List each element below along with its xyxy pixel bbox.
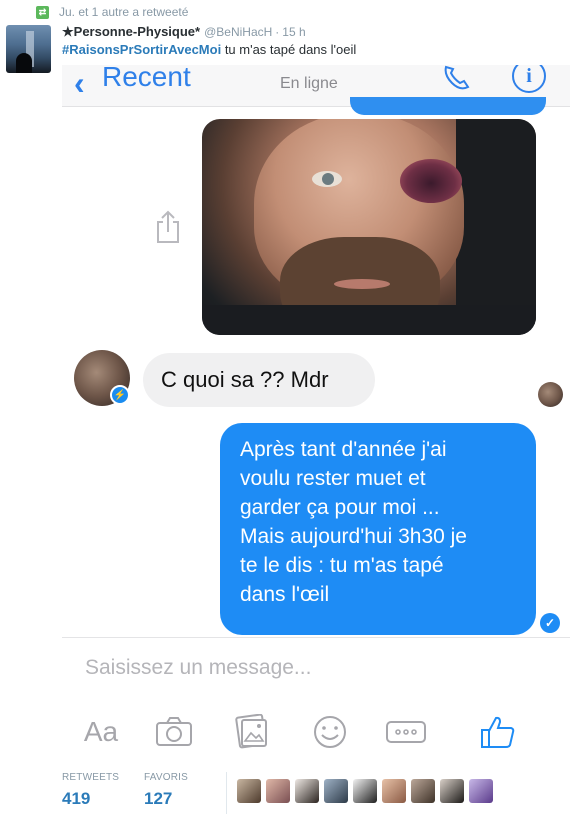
online-status: En ligne xyxy=(280,75,338,92)
messenger-badge-icon: ⚡ xyxy=(110,385,130,405)
user-avatar[interactable] xyxy=(237,779,261,803)
outgoing-line: garder ça pour moi ... xyxy=(240,496,440,519)
favorites-label: FAVORIS xyxy=(144,772,189,783)
favoriters-avatars xyxy=(237,779,498,803)
outgoing-message: Après tant d'année j'ai voulu rester mue… xyxy=(220,423,536,635)
stats-divider xyxy=(226,772,227,814)
attached-screenshot[interactable]: ‹ Recent En ligne i ⚡ C quoi sa ?? Mdr A… xyxy=(62,65,570,765)
retweet-icon: ⇄ xyxy=(36,5,49,19)
outgoing-line: dans l'œil xyxy=(240,583,330,606)
phone-icon xyxy=(444,65,470,90)
retweets-label: RETWEETS xyxy=(62,772,120,783)
seen-indicator-avatar xyxy=(538,382,563,407)
user-avatar[interactable] xyxy=(382,779,406,803)
incoming-message: C quoi sa ?? Mdr xyxy=(143,353,375,407)
favorites-count: 127 xyxy=(144,789,173,808)
tweet-text: #RaisonsPrSortirAvecMoi tu m'as tapé dan… xyxy=(62,42,356,57)
user-avatar[interactable] xyxy=(266,779,290,803)
message-input xyxy=(85,656,415,680)
previous-message-bubble xyxy=(350,97,546,115)
photos-icon xyxy=(235,714,267,749)
user-avatar[interactable] xyxy=(469,779,493,803)
tweet-header: ★Personne-Physique* @BeNiHacH · 15 h xyxy=(62,24,306,40)
favorites-stat[interactable]: FAVORIS 127 xyxy=(144,772,188,809)
emoji-icon xyxy=(314,716,346,748)
separator-dot: · xyxy=(275,25,280,39)
outgoing-line: te le dis : tu m'as tapé xyxy=(240,554,444,577)
outgoing-line: Après tant d'année j'ai xyxy=(240,438,447,461)
author-display-name[interactable]: ★Personne-Physique* xyxy=(62,24,200,40)
text-format-icon: Aa xyxy=(83,716,119,747)
delivered-check-icon: ✓ xyxy=(540,613,560,633)
author-avatar[interactable] xyxy=(6,25,51,73)
user-avatar[interactable] xyxy=(440,779,464,803)
info-icon: i xyxy=(512,65,546,93)
user-avatar[interactable] xyxy=(411,779,435,803)
more-icon xyxy=(386,721,426,743)
share-icon xyxy=(157,210,179,243)
user-avatar[interactable] xyxy=(295,779,319,803)
user-avatar[interactable] xyxy=(353,779,377,803)
retweets-stat[interactable]: RETWEETS 419 xyxy=(62,772,119,809)
back-label: Recent xyxy=(102,65,191,92)
camera-icon xyxy=(156,717,192,746)
retweets-count: 419 xyxy=(62,789,91,808)
composer: Aa xyxy=(62,638,570,765)
tweet-body: tu m'as tapé dans l'oeil xyxy=(224,42,357,57)
outgoing-line: Mais aujourd'hui 3h30 je xyxy=(240,525,467,548)
outgoing-line: voulu rester muet et xyxy=(240,467,426,490)
retweet-context-text[interactable]: Ju. et 1 autre a retweeté xyxy=(59,5,188,19)
tweet-timestamp[interactable]: 15 h xyxy=(282,25,305,39)
hashtag-link[interactable]: #RaisonsPrSortirAvecMoi xyxy=(62,42,221,57)
like-icon xyxy=(481,716,515,748)
back-chevron-icon: ‹ xyxy=(74,65,85,101)
shared-photo xyxy=(202,119,536,335)
retweet-context: ⇄ Ju. et 1 autre a retweeté xyxy=(36,3,188,21)
user-avatar[interactable] xyxy=(324,779,348,803)
author-username[interactable]: @BeNiHacH xyxy=(204,25,272,39)
